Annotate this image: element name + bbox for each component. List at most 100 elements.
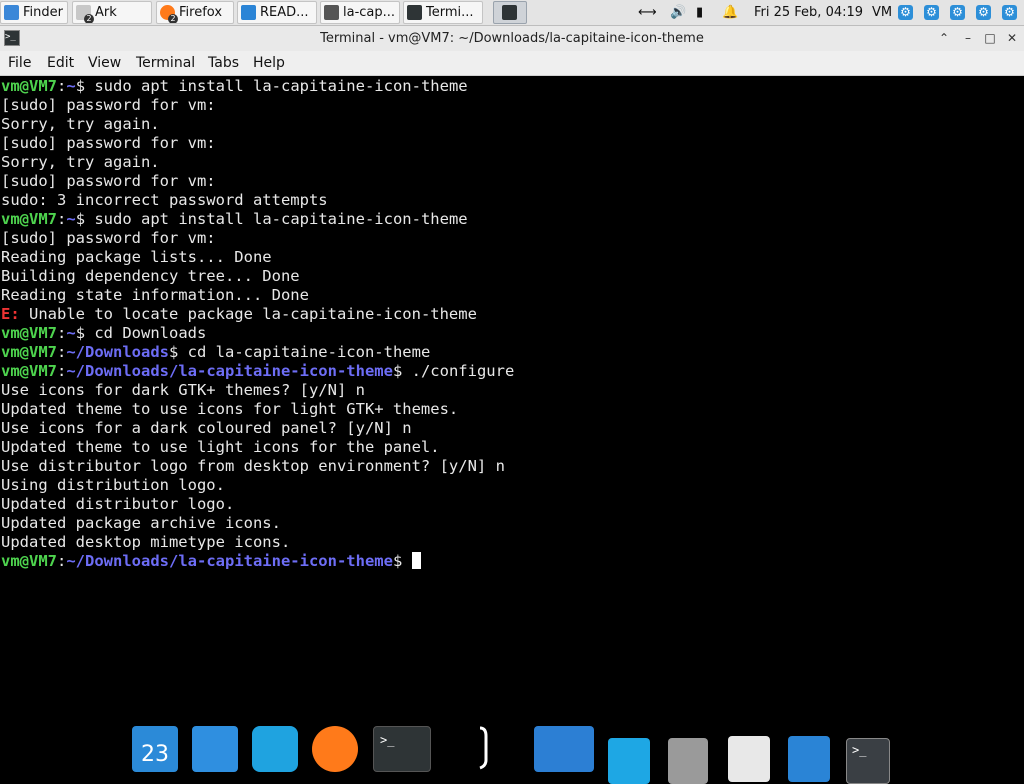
output-text: Sorry, try again.	[1, 153, 160, 171]
terminal-icon	[502, 5, 517, 20]
volume-icon[interactable]: 🔊	[670, 0, 686, 26]
output-text: [sudo] password for vm:	[1, 134, 216, 152]
window-titlebar[interactable]: Terminal - vm@VM7: ~/Downloads/la-capita…	[0, 26, 1024, 51]
folder-icon	[324, 5, 339, 20]
calendar-icon[interactable]: 23	[132, 726, 178, 772]
task-label: Firefox	[179, 5, 223, 20]
network-icon[interactable]: ⟷	[638, 0, 657, 26]
text-editor-icon	[241, 5, 256, 20]
minimize-icon[interactable]: –	[960, 30, 976, 46]
menu-edit[interactable]: Edit	[47, 51, 74, 75]
battery-icon[interactable]: ▮	[696, 0, 703, 26]
menu-terminal[interactable]: Terminal	[136, 51, 195, 75]
close-icon[interactable]: ✕	[1004, 30, 1020, 46]
archive-icon[interactable]	[728, 736, 770, 782]
task-readme[interactable]: READ...	[237, 1, 317, 24]
prompt-separator: :	[57, 324, 67, 342]
task-terminal[interactable]: Termi...	[403, 1, 483, 24]
output-text: Updated desktop mimetype icons.	[1, 533, 291, 551]
output-text: Reading package lists... Done	[1, 248, 272, 266]
task-firefox[interactable]: 2 Firefox	[156, 1, 234, 24]
terminal-output-line: Updated package archive icons.	[1, 514, 514, 533]
text-cursor	[411, 552, 421, 569]
clock[interactable]: Fri 25 Feb, 04:19	[754, 0, 863, 26]
menu-help[interactable]: Help	[253, 51, 285, 75]
prompt-path: ~	[66, 324, 76, 342]
terminal-output-line: Use icons for a dark coloured panel? [y/…	[1, 419, 514, 438]
task-label: READ...	[260, 5, 309, 20]
terminal-lines: vm@VM7:~$ sudo apt install la-capitaine-…	[1, 77, 514, 571]
output-text: Use icons for dark GTK+ themes? [y/N] n	[1, 381, 365, 399]
prompt-user: vm@VM7	[1, 210, 57, 228]
task-label: Ark	[95, 5, 117, 20]
output-text: Use icons for a dark coloured panel? [y/…	[1, 419, 412, 437]
output-text: Updated distributor logo.	[1, 495, 235, 513]
terminal-output-line: Updated desktop mimetype icons.	[1, 533, 514, 552]
terminal-output-line: sudo: 3 incorrect password attempts	[1, 191, 514, 210]
maximize-chevron-icon[interactable]: ⌃	[936, 30, 952, 46]
prompt-user: vm@VM7	[1, 343, 57, 361]
terminal-output-line: Use distributor logo from desktop enviro…	[1, 457, 514, 476]
folder-icon[interactable]	[608, 738, 650, 784]
command-text: $ ./configure	[392, 362, 515, 380]
settings-gear-icon[interactable]: ⚙	[898, 5, 913, 20]
menu-file[interactable]: File	[8, 51, 31, 75]
settings-gear-icon[interactable]: ⚙	[950, 5, 965, 20]
terminal-prompt-line: vm@VM7:~/Downloads$ cd la-capitaine-icon…	[1, 343, 514, 362]
top-panel: Finder 2 Ark 2 Firefox READ... la-cap...…	[0, 0, 1024, 26]
terminal-prompt-line: vm@VM7:~/Downloads/la-capitaine-icon-the…	[1, 362, 514, 381]
wave-app-icon[interactable]	[252, 726, 298, 772]
settings-gear-icon[interactable]: ⚙	[976, 5, 991, 20]
restore-icon[interactable]: □	[982, 30, 998, 46]
terminal-output-line: [sudo] password for vm:	[1, 96, 514, 115]
output-text: [sudo] password for vm:	[1, 229, 216, 247]
output-text: Updated theme to use icons for light GTK…	[1, 400, 459, 418]
terminal-app-icon[interactable]: >_	[4, 30, 20, 46]
terminal-output-line: Reading package lists... Done	[1, 248, 514, 267]
task-ark[interactable]: 2 Ark	[72, 1, 152, 24]
task-label: Finder	[23, 5, 63, 20]
task-terminal-active[interactable]	[493, 1, 527, 24]
output-text: Reading state information... Done	[1, 286, 309, 304]
settings-gear-icon[interactable]: ⚙	[924, 5, 939, 20]
document-icon[interactable]	[788, 736, 830, 782]
terminal-icon[interactable]: >_	[373, 726, 431, 772]
terminal-icon	[407, 5, 422, 20]
terminal-output[interactable]: vm@VM7:~$ sudo apt install la-capitaine-…	[0, 76, 1024, 768]
output-text: Use distributor logo from desktop enviro…	[1, 457, 505, 475]
network-icon[interactable]	[668, 738, 708, 784]
anchor-icon[interactable]	[466, 726, 500, 772]
window-count-badge: 2	[168, 14, 178, 23]
user-label[interactable]: VM	[872, 0, 892, 26]
task-folder[interactable]: la-cap...	[320, 1, 400, 24]
terminal-output-line: Updated theme to use light icons for the…	[1, 438, 514, 457]
window-title: Terminal - vm@VM7: ~/Downloads/la-capita…	[320, 31, 704, 46]
system-tray: ⟷ 🔊 ▮ 🔔 Fri 25 Feb, 04:19 VM ⚙ ⚙ ⚙ ⚙ ⚙	[630, 0, 1024, 26]
prompt-separator: :	[57, 552, 67, 570]
error-prefix: E:	[1, 305, 20, 323]
output-text: Building dependency tree... Done	[1, 267, 300, 285]
prompt-path: ~	[66, 77, 76, 95]
terminal-output-line: Sorry, try again.	[1, 153, 514, 172]
command-text: $	[392, 552, 412, 570]
terminal-output-line: Updated distributor logo.	[1, 495, 514, 514]
prompt-separator: :	[57, 362, 67, 380]
finder-icon	[4, 5, 19, 20]
terminal-glyph: >_	[852, 743, 867, 757]
notification-bell-icon[interactable]: 🔔	[722, 0, 738, 26]
terminal-app-icon[interactable]: >_	[846, 738, 890, 784]
video-player-icon[interactable]	[534, 726, 594, 772]
task-finder[interactable]: Finder	[0, 1, 68, 24]
mail-stamp-icon[interactable]	[192, 726, 238, 772]
output-text: Updated theme to use light icons for the…	[1, 438, 440, 456]
task-label: Termi...	[426, 5, 474, 20]
menu-tabs[interactable]: Tabs	[208, 51, 239, 75]
firefox-icon[interactable]	[312, 726, 358, 772]
command-text: $ sudo apt install la-capitaine-icon-the…	[75, 210, 468, 228]
settings-gear-icon[interactable]: ⚙	[1002, 5, 1017, 20]
terminal-output-line: Sorry, try again.	[1, 115, 514, 134]
prompt-separator: :	[57, 210, 67, 228]
prompt-user: vm@VM7	[1, 362, 57, 380]
menu-view[interactable]: View	[88, 51, 121, 75]
output-text: [sudo] password for vm:	[1, 172, 216, 190]
